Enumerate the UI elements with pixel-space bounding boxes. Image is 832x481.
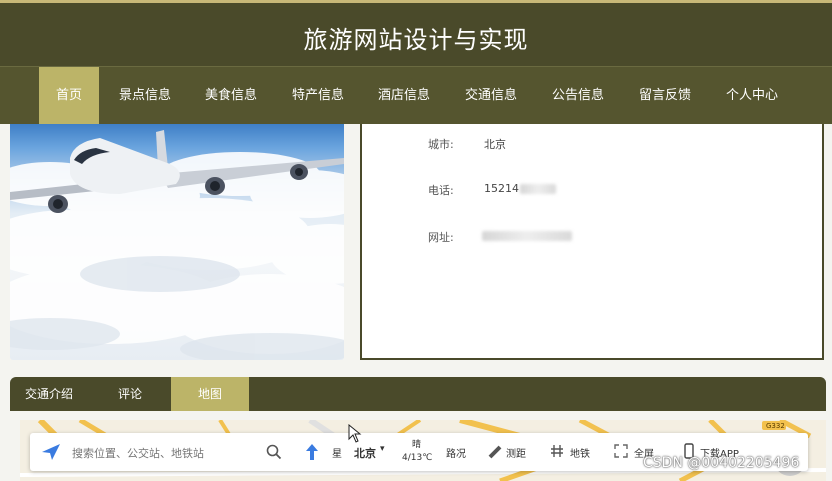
- direction-up-arrow-icon[interactable]: [304, 443, 320, 461]
- site-header: 旅游网站设计与实现: [0, 0, 832, 66]
- website-redaction: [482, 231, 572, 241]
- nav-item-feedback[interactable]: 留言反馈: [632, 67, 698, 124]
- nav-item-announcements[interactable]: 公告信息: [545, 67, 611, 124]
- hero-airplane-image: [10, 124, 344, 360]
- destination-info-panel: 城市: 北京 电话: 15214 网址:: [360, 124, 824, 360]
- star-label: 星: [332, 449, 342, 460]
- site-title: 旅游网站设计与实现: [303, 26, 529, 54]
- tab-transport-intro[interactable]: 交通介绍: [16, 377, 82, 411]
- mouse-cursor-icon: [348, 424, 362, 443]
- tab-map[interactable]: 地图: [171, 377, 249, 411]
- phone-label: 电话:: [428, 184, 454, 197]
- map-search-input[interactable]: [70, 442, 264, 464]
- city-selector[interactable]: 北京: [354, 445, 376, 461]
- nav-item-specialties[interactable]: 特产信息: [285, 67, 351, 124]
- weather-condition: 晴: [412, 440, 422, 450]
- ruler-icon: [488, 445, 502, 459]
- phone-redaction: [520, 184, 556, 194]
- subway-icon: [551, 445, 563, 457]
- website-label: 网址:: [428, 231, 454, 244]
- tab-comments[interactable]: 评论: [100, 377, 160, 411]
- chevron-down-icon[interactable]: ▾: [380, 444, 385, 454]
- city-label: 城市:: [428, 138, 454, 151]
- city-value: 北京: [484, 138, 506, 151]
- navigation-arrow-icon[interactable]: [40, 442, 62, 462]
- nav-item-home[interactable]: 首页: [39, 67, 99, 124]
- search-icon[interactable]: [266, 444, 282, 460]
- weather-temperature: 4/13℃: [402, 453, 433, 463]
- nav-item-profile[interactable]: 个人中心: [719, 67, 785, 124]
- nav-item-attractions[interactable]: 景点信息: [112, 67, 178, 124]
- detail-tabs: 交通介绍 评论 地图: [10, 377, 826, 411]
- phone-value: 15214: [484, 182, 519, 195]
- nav-item-hotels[interactable]: 酒店信息: [371, 67, 437, 124]
- fullscreen-icon: [614, 444, 628, 458]
- main-nav: 首页 景点信息 美食信息 特产信息 酒店信息 交通信息 公告信息 留言反馈 个人…: [0, 66, 832, 124]
- nav-item-transport[interactable]: 交通信息: [458, 67, 524, 124]
- measure-distance-button[interactable]: 测距: [506, 445, 526, 460]
- nav-item-food[interactable]: 美食信息: [198, 67, 264, 124]
- csdn-watermark: CSDN @00402205496: [643, 455, 800, 471]
- subway-button[interactable]: 地铁: [570, 445, 590, 460]
- road-shield-text: G332: [766, 422, 785, 430]
- traffic-button[interactable]: 路况: [446, 445, 466, 460]
- airplane-illustration: [10, 130, 344, 360]
